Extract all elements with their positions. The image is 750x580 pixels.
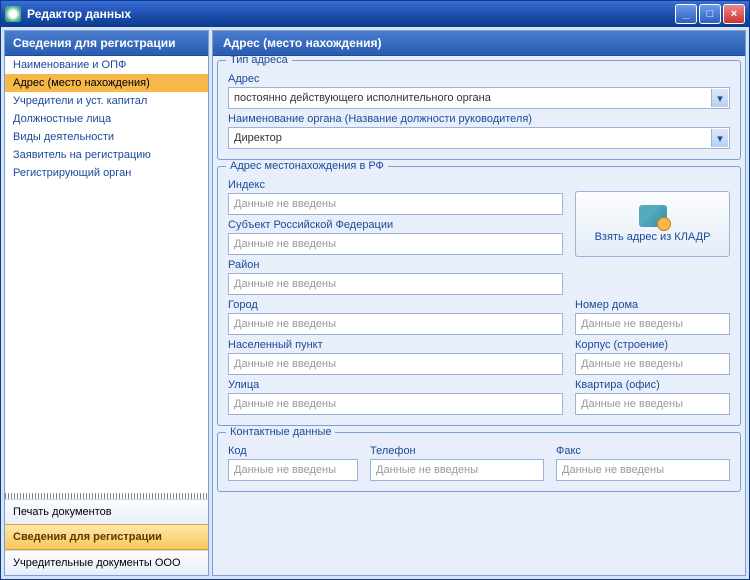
nav-item-address[interactable]: Адрес (место нахождения) <box>5 74 208 92</box>
address-type-value: постоянно действующего исполнительного о… <box>234 92 491 104</box>
organ-name-label: Наименование органа (Название должности … <box>228 113 730 125</box>
group-address-type: Тип адреса Адрес постоянно действующего … <box>217 60 741 160</box>
building-input[interactable] <box>575 353 730 375</box>
section-print-docs[interactable]: Печать документов <box>5 499 208 524</box>
nav-item-registrar[interactable]: Регистрирующий орган <box>5 164 208 182</box>
kladr-icon <box>639 205 667 227</box>
organ-name-select[interactable]: Директор ▾ <box>228 127 730 149</box>
house-label: Номер дома <box>575 299 730 311</box>
address-type-select[interactable]: постоянно действующего исполнительного о… <box>228 87 730 109</box>
locality-input[interactable] <box>228 353 563 375</box>
flat-input[interactable] <box>575 393 730 415</box>
phone-label: Телефон <box>370 445 544 457</box>
chevron-down-icon: ▾ <box>711 89 728 107</box>
group-contact-legend: Контактные данные <box>226 426 335 438</box>
district-label: Район <box>228 259 563 271</box>
group-contact: Контактные данные Код Телефон Факс <box>217 432 741 492</box>
main-body: Тип адреса Адрес постоянно действующего … <box>213 56 745 575</box>
code-input[interactable] <box>228 459 358 481</box>
chevron-down-icon: ▾ <box>711 129 728 147</box>
window-body: Сведения для регистрации Наименование и … <box>1 27 749 579</box>
group-address-type-legend: Тип адреса <box>226 56 292 66</box>
street-input[interactable] <box>228 393 563 415</box>
locality-label: Населенный пункт <box>228 339 563 351</box>
section-registration-info[interactable]: Сведения для регистрации <box>5 524 208 550</box>
kladr-button[interactable]: Взять адрес из КЛАДР <box>575 191 730 257</box>
house-input[interactable] <box>575 313 730 335</box>
titlebar: Редактор данных _ □ × <box>1 1 749 27</box>
nav-item-applicant[interactable]: Заявитель на регистрацию <box>5 146 208 164</box>
organ-name-value: Директор <box>234 132 282 144</box>
street-label: Улица <box>228 379 563 391</box>
nav-item-name-opf[interactable]: Наименование и ОПФ <box>5 56 208 74</box>
app-icon <box>5 6 21 22</box>
city-label: Город <box>228 299 563 311</box>
kladr-button-label: Взять адрес из КЛАДР <box>595 231 711 243</box>
main-title: Адрес (место нахождения) <box>213 31 745 56</box>
index-label: Индекс <box>228 179 563 191</box>
index-input[interactable] <box>228 193 563 215</box>
main-panel: Адрес (место нахождения) Тип адреса Адре… <box>212 30 746 576</box>
city-input[interactable] <box>228 313 563 335</box>
subject-input[interactable] <box>228 233 563 255</box>
group-address-rf-legend: Адрес местонахождения в РФ <box>226 160 388 172</box>
nav-list: Наименование и ОПФ Адрес (место нахожден… <box>5 56 208 493</box>
fax-input[interactable] <box>556 459 730 481</box>
flat-label: Квартира (офис) <box>575 379 730 391</box>
close-button[interactable]: × <box>723 4 745 24</box>
minimize-button[interactable]: _ <box>675 4 697 24</box>
phone-input[interactable] <box>370 459 544 481</box>
sidebar: Сведения для регистрации Наименование и … <box>4 30 209 576</box>
nav-item-officials[interactable]: Должностные лица <box>5 110 208 128</box>
data-editor-window: Редактор данных _ □ × Сведения для регис… <box>0 0 750 580</box>
group-address-rf: Адрес местонахождения в РФ Индекс Субъек… <box>217 166 741 426</box>
section-founding-docs[interactable]: Учредительные документы ООО <box>5 550 208 575</box>
window-title: Редактор данных <box>27 7 673 21</box>
building-label: Корпус (строение) <box>575 339 730 351</box>
district-input[interactable] <box>228 273 563 295</box>
sidebar-header: Сведения для регистрации <box>5 31 208 56</box>
subject-label: Субъект Российской Федерации <box>228 219 563 231</box>
fax-label: Факс <box>556 445 730 457</box>
code-label: Код <box>228 445 358 457</box>
address-type-label: Адрес <box>228 73 730 85</box>
nav-item-founders[interactable]: Учредители и уст. капитал <box>5 92 208 110</box>
nav-item-activities[interactable]: Виды деятельности <box>5 128 208 146</box>
maximize-button[interactable]: □ <box>699 4 721 24</box>
